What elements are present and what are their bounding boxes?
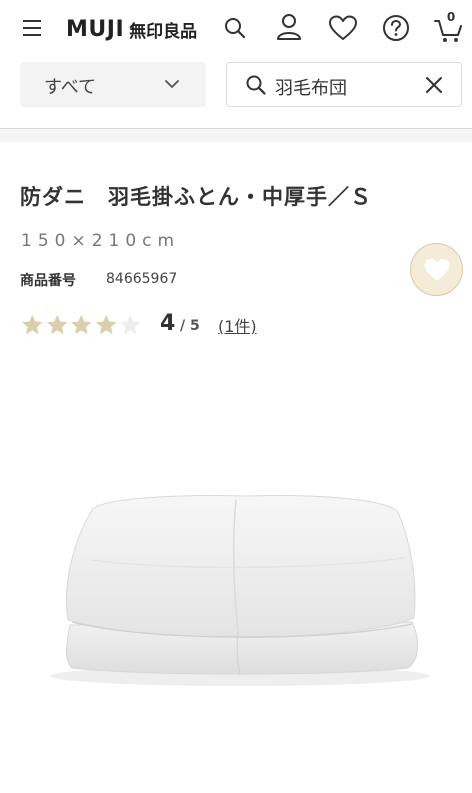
rating-max: / 5 xyxy=(180,318,200,334)
star-icon xyxy=(95,314,116,335)
product-title: 防ダニ 羽毛掛ふとん・中厚手／Ｓ xyxy=(20,185,372,209)
logo-text-en: MUJI xyxy=(66,16,125,42)
star-icon xyxy=(71,314,92,335)
search-query-text: 羽毛布団 xyxy=(275,78,347,99)
star-icon xyxy=(46,314,67,335)
rating-stars xyxy=(20,312,143,338)
product-size: 150×210cm xyxy=(21,231,181,251)
search-icon[interactable] xyxy=(223,16,247,40)
category-select-value: すべて xyxy=(44,77,97,98)
category-select[interactable]: すべて xyxy=(20,62,206,107)
product-number-label: 商品番号 xyxy=(20,273,76,289)
rating-value: 4 xyxy=(160,311,176,336)
muji-logo[interactable]: MUJI 無印良品 xyxy=(66,14,197,44)
top-navigation-bar: MUJI 無印良品 0 xyxy=(0,0,472,56)
logo-text-ja: 無印良品 xyxy=(129,21,198,42)
product-number: 84665967 xyxy=(106,271,178,287)
user-icon[interactable] xyxy=(276,13,302,41)
search-input[interactable]: 羽毛布団 xyxy=(226,62,462,107)
product-image xyxy=(0,370,472,793)
chevron-down-icon xyxy=(164,79,180,89)
heart-icon xyxy=(424,258,450,282)
search-field-icon xyxy=(245,74,267,96)
help-icon[interactable] xyxy=(382,14,410,42)
menu-icon[interactable] xyxy=(22,18,44,38)
clear-search-icon[interactable] xyxy=(425,76,443,94)
review-count-link[interactable]: (1件) xyxy=(218,313,257,337)
favorite-button[interactable] xyxy=(410,243,463,296)
star-icon xyxy=(120,314,141,335)
section-divider xyxy=(0,128,472,142)
cart-count-badge: 0 xyxy=(446,10,456,24)
star-icon xyxy=(22,314,43,335)
heart-icon[interactable] xyxy=(329,15,357,41)
